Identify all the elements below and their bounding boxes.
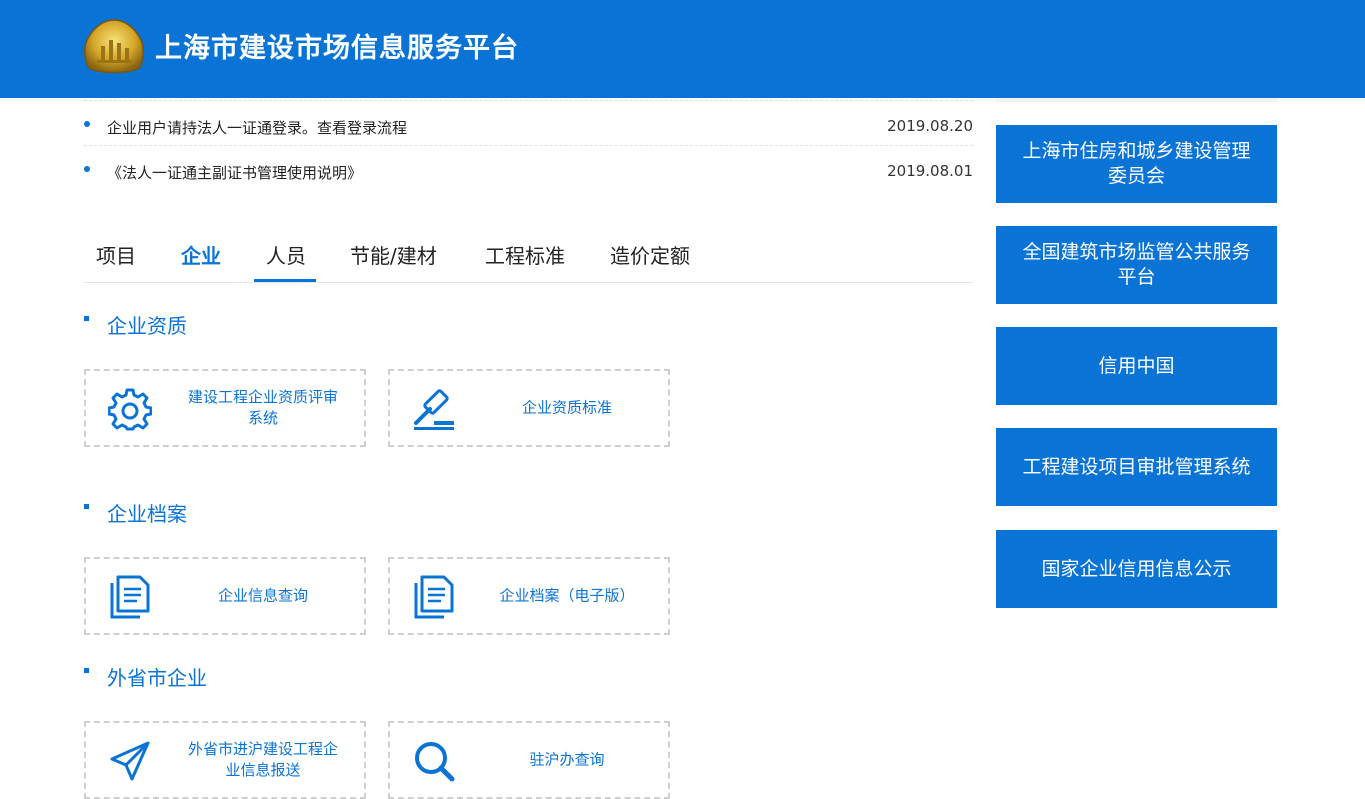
notice-row[interactable]: 企业用户请持法人一证通登录。查看登录流程 2019.08.20 [84,100,973,145]
card-label: 建设工程企业资质评审系统 [187,388,338,427]
document-icon [110,575,150,619]
tab-engineering-standards[interactable]: 工程标准 [485,240,565,269]
card-out-of-province-report[interactable]: 外省市进沪建设工程企业信息报送 [84,721,366,799]
card-label: 企业档案（电子版） [499,586,635,605]
tab-project[interactable]: 项目 [96,240,136,269]
card-label: 企业信息查询 [217,586,308,605]
notice-link[interactable]: 《法人一证通主副证书管理使用说明》 [107,162,362,183]
section-marker [84,668,89,673]
card-label: 驻沪办查询 [529,750,605,769]
section-marker [84,504,89,509]
section-marker [84,316,89,321]
notice-list: 企业用户请持法人一证通登录。查看登录流程 2019.08.20 《法人一证通主副… [84,100,973,190]
tab-personnel[interactable]: 人员 [266,240,306,269]
side-link-national-market-platform[interactable]: 全国建筑市场监管公共服务平台 [996,226,1277,304]
section-title-qualification: 企业资质 [107,314,187,338]
tab-energy-materials[interactable]: 节能/建材 [350,240,437,269]
emblem-logo-icon[interactable] [83,18,145,76]
side-link-housing-commission[interactable]: 上海市住房和城乡建设管理委员会 [996,125,1277,203]
card-enterprise-info-query[interactable]: 企业信息查询 [84,557,366,635]
notice-link[interactable]: 企业用户请持法人一证通登录。查看登录流程 [107,117,407,138]
notice-row[interactable]: 《法人一证通主副证书管理使用说明》 2019.08.01 [84,145,973,190]
site-title: 上海市建设市场信息服务平台 [155,33,519,64]
site-header: 上海市建设市场信息服务平台 [0,0,1365,98]
tab-enterprise[interactable]: 企业 [181,240,221,269]
tab-cost-quota[interactable]: 造价定额 [610,240,690,269]
section-title-archives: 企业档案 [107,502,187,526]
bullet-dot-icon [84,166,90,172]
card-qualification-review-system[interactable]: 建设工程企业资质评审系统 [84,369,366,447]
document-icon [414,575,454,619]
bullet-dot-icon [84,121,90,127]
category-tabs: 项目 企业 人员 节能/建材 工程标准 造价定额 [84,228,973,283]
section-title-other-provinces: 外省市企业 [107,666,207,690]
search-icon [415,742,455,782]
notice-date: 2019.08.01 [887,162,973,180]
side-link-cutoff [996,98,1277,102]
side-link-credit-china[interactable]: 信用中国 [996,327,1277,405]
card-qualification-standard[interactable]: 企业资质标准 [388,369,670,447]
card-label: 外省市进沪建设工程企业信息报送 [187,740,338,779]
side-link-enterprise-credit-publicity[interactable]: 国家企业信用信息公示 [996,530,1277,608]
send-icon [110,741,150,781]
side-link-project-approval-system[interactable]: 工程建设项目审批管理系统 [996,428,1277,506]
card-shanghai-office-query[interactable]: 驻沪办查询 [388,721,670,799]
card-label: 企业资质标准 [521,398,612,417]
active-tab-indicator [254,279,316,282]
gavel-icon [414,389,454,430]
gear-icon [108,388,152,431]
notice-date: 2019.08.20 [887,117,973,135]
card-enterprise-archive-electronic[interactable]: 企业档案（电子版） [388,557,670,635]
